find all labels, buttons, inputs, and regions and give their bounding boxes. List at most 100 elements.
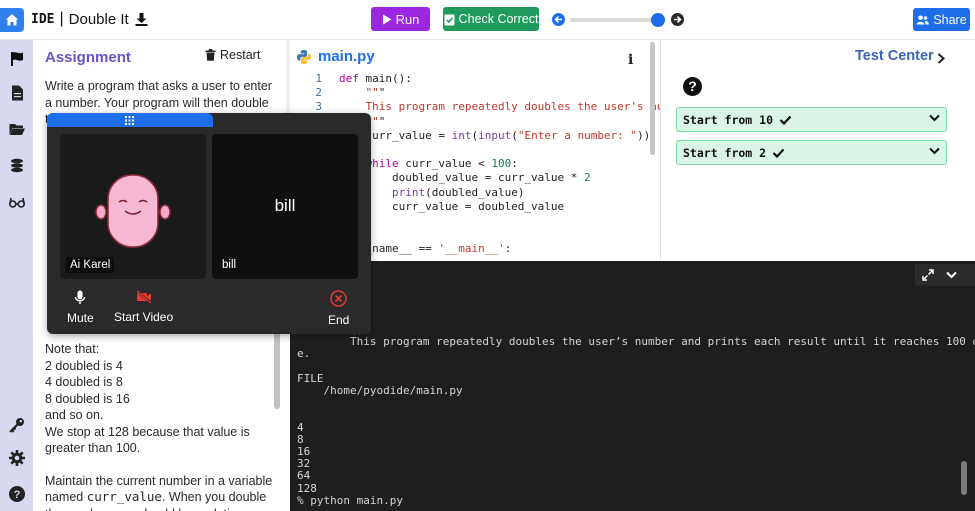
test-case-label-wrap: Start from 10 [683,113,792,127]
participant-display-name: bill [274,196,296,215]
note-line: We stop at 128 because that value is gre… [45,424,250,456]
grid-icon[interactable] [125,116,134,125]
key-icon[interactable] [8,416,26,434]
test-case-label: Start from 2 [683,146,767,160]
line-number: 3 [315,100,322,114]
app-title: IDE | Double It [31,10,149,28]
end-label: End [328,313,350,327]
check-correct-label: Check Correct [458,12,539,26]
code-line: """ [365,86,386,100]
file-tab[interactable]: main.py [296,48,375,65]
variable-name: curr_value [86,489,162,504]
restart-button[interactable]: Restart [205,48,260,62]
file-name: main.py [318,48,375,65]
svg-text:?: ? [14,489,21,501]
code-line: curr_value = doubled_value [339,199,565,213]
code-line: def main(): [339,72,412,85]
download-icon[interactable] [134,12,149,27]
note-line: 2 doubled is 4 [45,358,123,373]
note-spacer [45,457,273,473]
restart-label: Restart [220,48,261,62]
microphone-icon [75,290,86,304]
chevron-down-icon[interactable] [946,271,957,279]
test-case-label: Start from 10 [683,113,774,127]
test-center-panel: Test Center ? Start from 10 Start from 2 [660,40,975,260]
arrow-right-icon [674,15,682,24]
help-circle-icon[interactable]: ? [8,485,26,503]
chevron-down-icon [929,147,940,155]
terminal-scrollbar[interactable] [961,461,967,495]
top-bar: IDE | Double It Run Check Correct Share [0,0,975,40]
participant-tile: Ai Karel [60,134,206,279]
line-number: 2 [315,86,322,100]
end-call-button[interactable]: End [328,290,349,327]
participant-name: bill [222,259,237,271]
home-icon [6,14,18,26]
gear-icon[interactable] [8,449,26,467]
clipboard-check-icon [444,14,455,25]
glasses-icon[interactable] [8,193,26,211]
test-center-title: Test Center [855,48,934,64]
end-call-icon [330,290,347,307]
layers-icon[interactable] [8,156,26,174]
arrow-left-icon [554,15,562,24]
maintain-paragraph: Maintain the current number in a variabl… [45,473,273,511]
left-rail: ? [0,40,33,511]
start-video-button[interactable]: Start Video [114,290,173,324]
step-back-button[interactable] [552,13,565,26]
share-button[interactable]: Share [913,8,970,31]
note-line: 4 doubled is 8 [45,375,123,389]
mute-label: Mute [67,311,94,325]
karel-avatar [95,174,171,248]
assignment-notes: Note that: 2 doubled is 4 4 doubled is 8… [45,341,273,511]
code-line: This program repeatedly doubles the user… [339,100,684,114]
check-icon [779,115,792,125]
step-slider[interactable] [570,13,666,27]
code-line: curr_value = int(input("Enter a number: … [339,128,651,142]
python-icon [297,49,311,64]
check-correct-button[interactable]: Check Correct [443,7,539,31]
share-label: Share [933,12,967,27]
code-line: doubled_value = curr_value * 2 [339,171,591,185]
step-forward-button[interactable] [671,13,684,26]
video-call-window[interactable]: Ai Karel bill bill Mute Start Video End [47,113,371,334]
video-off-icon [135,290,152,304]
folder-open-icon[interactable] [8,120,26,138]
editor-scrollbar[interactable] [650,42,655,155]
participant-tile: bill bill [212,134,358,279]
note-line: 8 doubled is 16 [45,391,130,406]
ide-window: IDE | Double It Run Check Correct Share [0,0,975,511]
info-icon[interactable]: i [628,52,633,68]
ide-label: IDE [31,11,55,27]
document-icon[interactable] [8,84,26,102]
help-icon[interactable]: ? [683,77,702,96]
assignment-title: Assignment [45,49,131,66]
flag-icon[interactable] [8,50,26,68]
trash-icon [205,49,216,61]
test-case-label-wrap: Start from 2 [683,146,785,160]
call-drag-handle[interactable] [47,113,213,127]
title-separator: | [59,10,64,27]
test-case-item[interactable]: Start from 10 [676,107,947,132]
chevron-down-icon [929,114,940,122]
project-title: Double It [68,10,129,28]
test-case-item[interactable]: Start from 2 [676,140,947,165]
run-button[interactable]: Run [371,7,430,31]
check-icon [772,148,785,158]
note-line: Note that: [45,342,100,356]
terminal-panel[interactable]: main() This program repeatedly doubles t… [290,261,975,511]
step-slider-thumb[interactable] [651,13,666,27]
terminal-output: main() This program repeatedly doubles t… [297,323,975,507]
chevron-right-icon[interactable] [937,53,945,64]
home-button[interactable] [0,8,24,32]
note-line: and so on. [45,408,104,422]
terminal-controls [915,264,975,286]
line-number: 1 [315,72,322,85]
play-icon [382,14,392,24]
start-video-label: Start Video [114,310,174,324]
participant-name: Ai Karel [66,257,115,273]
users-icon [916,15,930,24]
mute-button[interactable]: Mute [67,290,94,325]
run-label: Run [395,11,420,27]
expand-icon[interactable] [922,269,934,281]
